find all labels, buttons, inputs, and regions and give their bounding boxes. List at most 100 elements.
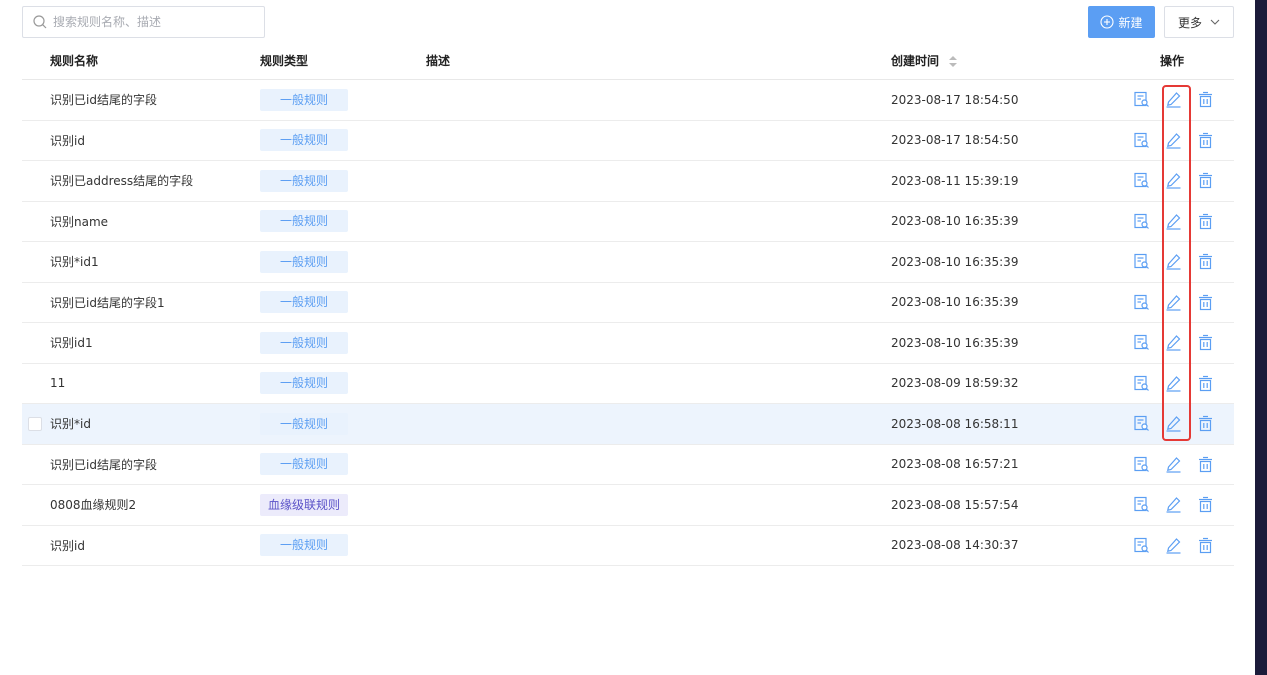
created-time: 2023-08-08 14:30:37 [891,538,1019,553]
row-actions [1132,374,1215,393]
delete-icon[interactable] [1196,212,1215,231]
table-row[interactable]: 识别已id结尾的字段 一般规则 2023-08-08 16:57:21 [22,445,1234,485]
row-actions [1132,293,1215,312]
view-detail-icon[interactable] [1132,293,1151,312]
rule-type-tag: 一般规则 [260,250,348,273]
edit-icon[interactable] [1164,374,1183,393]
created-time: 2023-08-10 16:35:39 [891,254,1019,269]
edit-icon[interactable] [1164,414,1183,433]
edit-icon[interactable] [1164,455,1183,474]
edit-icon[interactable] [1164,536,1183,555]
table-header: 规则名称 规则类型 描述 创建时间 操作 [22,42,1234,80]
table-row[interactable]: 识别已address结尾的字段 一般规则 2023-08-11 15:39:19 [22,161,1234,202]
row-actions [1132,171,1215,190]
chevron-down-icon [1210,19,1220,25]
more-button[interactable]: 更多 [1164,6,1234,38]
delete-icon[interactable] [1196,252,1215,271]
row-actions [1132,90,1215,109]
delete-icon[interactable] [1196,374,1215,393]
header-time[interactable]: 创建时间 [891,52,958,69]
edit-icon[interactable] [1164,333,1183,352]
edit-icon[interactable] [1164,293,1183,312]
rule-type-tag: 一般规则 [260,88,348,111]
delete-icon[interactable] [1196,131,1215,150]
table-row[interactable]: 识别已id结尾的字段1 一般规则 2023-08-10 16:35:39 [22,283,1234,323]
edit-icon[interactable] [1164,252,1183,271]
table-row[interactable]: 识别name 一般规则 2023-08-10 16:35:39 [22,202,1234,242]
rules-table: 规则名称 规则类型 描述 创建时间 操作 识别已id结尾的字段 一般规则 2023-… [22,42,1234,566]
rule-type-tag: 一般规则 [260,412,348,435]
view-detail-icon[interactable] [1132,374,1151,393]
created-time: 2023-08-09 18:59:32 [891,376,1019,391]
rule-name: 识别id [50,133,85,148]
edit-icon[interactable] [1164,212,1183,231]
view-detail-icon[interactable] [1132,495,1151,514]
rule-type-tag: 血缘级联规则 [260,493,348,516]
sort-icon[interactable] [949,56,958,67]
view-detail-icon[interactable] [1132,414,1151,433]
table-row[interactable]: 识别id 一般规则 2023-08-17 18:54:50 [22,121,1234,161]
new-button[interactable]: 新建 [1088,6,1155,38]
rule-type-tag: 一般规则 [260,453,348,476]
delete-icon[interactable] [1196,293,1215,312]
delete-icon[interactable] [1196,455,1215,474]
rule-type-tag: 一般规则 [260,210,348,233]
header-name: 规则名称 [50,54,99,68]
view-detail-icon[interactable] [1132,536,1151,555]
rule-name: 识别name [50,214,109,229]
rule-name: 识别*id1 [50,255,99,270]
row-actions [1132,455,1215,474]
row-actions [1132,333,1215,352]
search-input[interactable] [53,15,253,29]
rules-page: 新建 更多 规则名称 规则类型 描述 创建时间 操作 识别已id结尾的字段一般规… [0,0,1267,675]
view-detail-icon[interactable] [1132,131,1151,150]
view-detail-icon[interactable] [1132,212,1151,231]
view-detail-icon[interactable] [1132,455,1151,474]
delete-icon[interactable] [1196,171,1215,190]
delete-icon[interactable] [1196,90,1215,109]
table-row[interactable]: 11 一般规则 2023-08-09 18:59:32 [22,364,1234,404]
rule-name: 识别已id结尾的字段 [50,93,157,108]
new-button-label: 新建 [1118,15,1143,30]
created-time: 2023-08-17 18:54:50 [891,92,1019,107]
more-button-label: 更多 [1177,15,1202,30]
created-time: 2023-08-08 16:57:21 [891,457,1019,472]
rule-type-tag: 一般规则 [260,169,348,192]
view-detail-icon[interactable] [1132,333,1151,352]
table-row[interactable]: 识别id 一般规则 2023-08-08 14:30:37 [22,526,1234,566]
search-icon [33,15,47,29]
table-row[interactable]: 识别*id1 一般规则 2023-08-10 16:35:39 [22,242,1234,283]
rule-type-tag: 一般规则 [260,331,348,354]
row-actions [1132,414,1215,433]
edit-icon[interactable] [1164,90,1183,109]
rule-name: 11 [50,376,66,391]
edit-icon[interactable] [1164,131,1183,150]
edit-icon[interactable] [1164,171,1183,190]
created-time: 2023-08-17 18:54:50 [891,133,1019,148]
delete-icon[interactable] [1196,414,1215,433]
view-detail-icon[interactable] [1132,252,1151,271]
delete-icon[interactable] [1196,495,1215,514]
row-actions [1132,131,1215,150]
table-row[interactable]: 0808血缘规则2 血缘级联规则 2023-08-08 15:57:54 [22,485,1234,526]
row-checkbox[interactable] [28,416,42,431]
view-detail-icon[interactable] [1132,171,1151,190]
edit-icon[interactable] [1164,495,1183,514]
rule-type-tag: 一般规则 [260,291,348,314]
row-actions [1132,252,1215,271]
delete-icon[interactable] [1196,536,1215,555]
delete-icon[interactable] [1196,333,1215,352]
right-edge-panel [1255,0,1267,675]
table-row[interactable]: 识别已id结尾的字段 一般规则 2023-08-17 18:54:50 [22,80,1234,121]
row-actions [1132,495,1215,514]
header-desc: 描述 [426,54,451,68]
rule-type-tag: 一般规则 [260,372,348,395]
table-row[interactable]: 识别id1 一般规则 2023-08-10 16:35:39 [22,323,1234,364]
rule-type-tag: 一般规则 [260,534,348,557]
created-time: 2023-08-08 15:57:54 [891,497,1019,512]
view-detail-icon[interactable] [1132,90,1151,109]
search-box[interactable] [22,6,265,38]
table-row[interactable]: 识别*id 一般规则 2023-08-08 16:58:11 [22,404,1234,445]
created-time: 2023-08-10 16:35:39 [891,214,1019,229]
table-body: 识别已id结尾的字段 一般规则 2023-08-17 18:54:50 识别id 一般规… [22,80,1234,566]
